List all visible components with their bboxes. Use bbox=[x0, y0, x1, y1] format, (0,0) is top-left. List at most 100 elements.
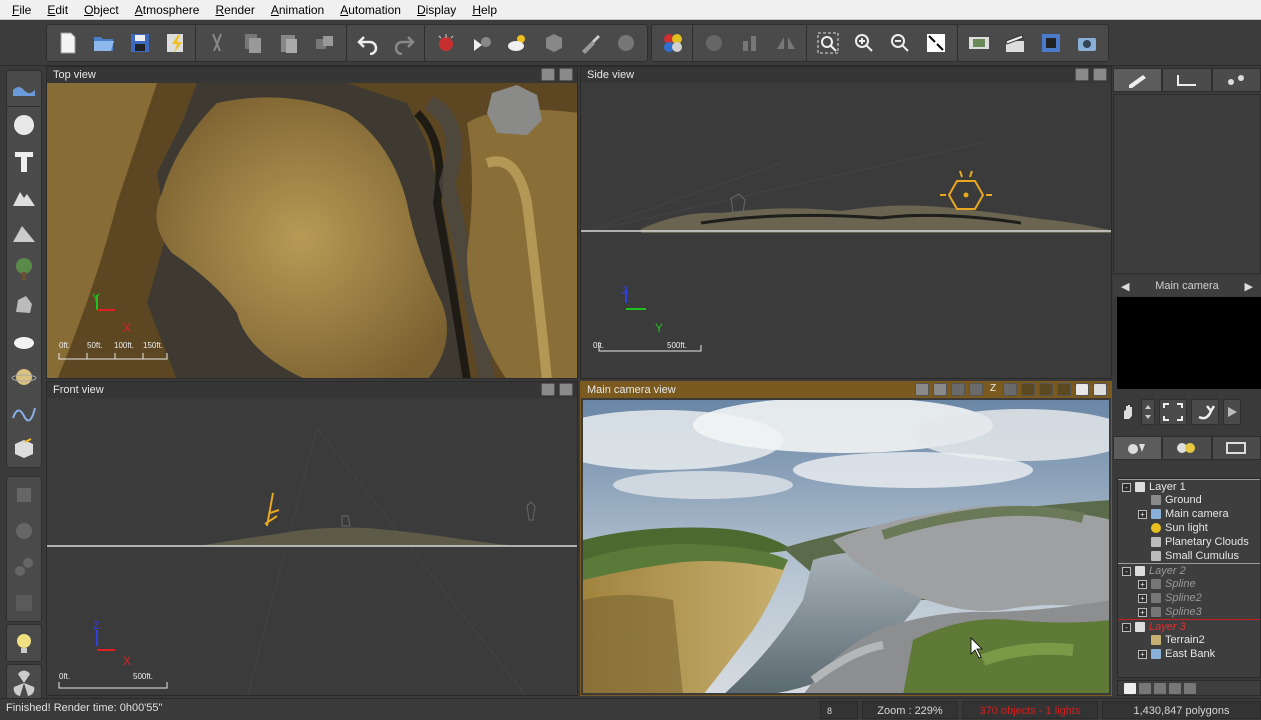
front-viewport[interactable]: Front view Z X 0ft. 500ft. bbox=[46, 381, 578, 696]
tab-objects[interactable] bbox=[1113, 436, 1163, 460]
open-scene-button[interactable] bbox=[88, 27, 120, 59]
tab-links[interactable] bbox=[1211, 436, 1261, 460]
tree-layer-row[interactable]: - Layer 1 bbox=[1118, 479, 1260, 493]
z-toggle-button[interactable]: Z bbox=[987, 383, 999, 396]
mirror-button[interactable] bbox=[770, 27, 802, 59]
tree-object-row[interactable]: Sun light bbox=[1118, 521, 1260, 535]
atmosphere-editor-button[interactable] bbox=[502, 27, 534, 59]
camera-settings-icon[interactable] bbox=[933, 383, 947, 396]
zoom-region-button[interactable] bbox=[812, 27, 844, 59]
save-scene-button[interactable] bbox=[124, 27, 156, 59]
menu-help[interactable]: Help bbox=[464, 0, 505, 20]
tab-materials[interactable] bbox=[1162, 436, 1212, 460]
move-layer-button[interactable] bbox=[1169, 683, 1181, 694]
rotate-view-button[interactable] bbox=[1191, 399, 1219, 425]
create-ventilator-button[interactable] bbox=[7, 665, 41, 701]
top-viewport-canvas[interactable]: Y X 0ft. 50ft. 100ft. 150ft. bbox=[47, 83, 577, 378]
create-cloud-button[interactable] bbox=[7, 323, 41, 359]
render-area-button[interactable] bbox=[430, 27, 462, 59]
expand-icon[interactable]: + bbox=[1138, 608, 1147, 617]
load-object-button[interactable] bbox=[7, 431, 41, 467]
nav-left-icon[interactable] bbox=[1021, 383, 1035, 396]
tree-object-row[interactable]: Terrain2 bbox=[1118, 633, 1260, 647]
new-layer-button[interactable] bbox=[1124, 683, 1136, 694]
side-viewport-canvas[interactable]: Z Y 0ft. 500ft. bbox=[581, 83, 1111, 378]
display-mode-icon[interactable] bbox=[951, 383, 965, 396]
menu-automation[interactable]: Automation bbox=[332, 0, 409, 20]
collapse-icon[interactable]: - bbox=[1122, 483, 1131, 492]
collapse-icon[interactable]: - bbox=[1122, 623, 1131, 632]
align-button[interactable] bbox=[734, 27, 766, 59]
cut-button[interactable] bbox=[201, 27, 233, 59]
camera-viewport[interactable]: Main camera view Z bbox=[580, 381, 1112, 696]
create-sphere-button[interactable] bbox=[7, 107, 41, 143]
top-viewport[interactable]: Top view Y X 0ft. 50ft. 100ft. 150ft. bbox=[46, 66, 578, 379]
expand-icon[interactable]: + bbox=[1138, 510, 1147, 519]
drop-button[interactable] bbox=[698, 27, 730, 59]
tab-measure[interactable] bbox=[1162, 68, 1212, 92]
delete-layer-button[interactable] bbox=[1139, 683, 1151, 694]
save-lightning-button[interactable] bbox=[160, 27, 192, 59]
nav-mid-icon[interactable] bbox=[1039, 383, 1053, 396]
prev-camera-arrow-icon[interactable]: ◀ bbox=[1121, 280, 1129, 293]
menu-atmosphere[interactable]: Atmosphere bbox=[127, 0, 208, 20]
paste-button[interactable] bbox=[273, 27, 305, 59]
create-planet-button[interactable] bbox=[7, 359, 41, 395]
metablob-button[interactable] bbox=[7, 549, 41, 585]
expand-icon[interactable]: + bbox=[1138, 594, 1147, 603]
render-dot-icon[interactable] bbox=[969, 383, 983, 396]
group-button[interactable] bbox=[7, 585, 41, 621]
tree-object-row[interactable]: Planetary Clouds bbox=[1118, 535, 1260, 549]
quick-render-button[interactable] bbox=[466, 27, 498, 59]
create-plant-button[interactable] bbox=[7, 251, 41, 287]
tree-object-row[interactable]: + Main camera bbox=[1118, 507, 1260, 521]
zoom-out-button[interactable] bbox=[884, 27, 916, 59]
zoom-in-button[interactable] bbox=[848, 27, 880, 59]
front-viewport-canvas[interactable]: Z X 0ft. 500ft. bbox=[47, 398, 577, 695]
render-camera-button[interactable] bbox=[1071, 27, 1103, 59]
menu-render[interactable]: Render bbox=[207, 0, 262, 20]
menu-object[interactable]: Object bbox=[76, 0, 127, 20]
save-view-icon[interactable] bbox=[1093, 383, 1107, 396]
material-cube-button[interactable] bbox=[538, 27, 570, 59]
create-rock-button[interactable] bbox=[7, 287, 41, 323]
create-light-button[interactable] bbox=[7, 625, 41, 661]
create-water-button[interactable] bbox=[7, 71, 41, 107]
new-scene-button[interactable] bbox=[52, 27, 84, 59]
tree-object-row[interactable]: Small Cumulus bbox=[1118, 549, 1260, 563]
frame-all-button[interactable] bbox=[1159, 399, 1187, 425]
tree-object-row[interactable]: + Spline2 bbox=[1118, 591, 1260, 605]
menu-file[interactable]: File bbox=[4, 0, 39, 20]
play-button[interactable] bbox=[1223, 399, 1241, 425]
dolly-button[interactable] bbox=[1141, 399, 1155, 425]
tree-object-row[interactable]: Ground bbox=[1118, 493, 1260, 507]
viewport-options-icon[interactable] bbox=[559, 383, 573, 396]
boolean-sphere-button[interactable] bbox=[7, 513, 41, 549]
nav-right-icon[interactable] bbox=[1057, 383, 1071, 396]
next-camera-arrow-icon[interactable]: ▶ bbox=[1245, 280, 1253, 293]
clapper-button[interactable] bbox=[999, 27, 1031, 59]
copy-button[interactable] bbox=[237, 27, 269, 59]
color-balance-icon[interactable] bbox=[1075, 383, 1089, 396]
create-spline-button[interactable] bbox=[7, 395, 41, 431]
overlay-icon[interactable] bbox=[1003, 383, 1017, 396]
create-text-button[interactable] bbox=[7, 143, 41, 179]
camera-render-canvas[interactable] bbox=[583, 400, 1109, 693]
tree-layer-row[interactable]: - Layer 3 bbox=[1118, 619, 1260, 633]
camera-mode-icon[interactable] bbox=[915, 383, 929, 396]
expand-icon[interactable]: + bbox=[1138, 650, 1147, 659]
redo-button[interactable] bbox=[388, 27, 420, 59]
menu-display[interactable]: Display bbox=[409, 0, 464, 20]
viewport-camera-icon[interactable] bbox=[541, 383, 555, 396]
merge-layer-button[interactable] bbox=[1154, 683, 1166, 694]
tree-object-row[interactable]: + East Bank bbox=[1118, 647, 1260, 661]
viewport-options-icon[interactable] bbox=[1093, 68, 1107, 81]
viewport-options-icon[interactable] bbox=[559, 68, 573, 81]
menu-edit[interactable]: Edit bbox=[39, 0, 76, 20]
menu-animation[interactable]: Animation bbox=[263, 0, 332, 20]
collapse-icon[interactable]: - bbox=[1122, 567, 1131, 576]
fit-view-button[interactable] bbox=[920, 27, 952, 59]
ecosystem-button[interactable] bbox=[610, 27, 642, 59]
expand-icon[interactable]: + bbox=[1138, 580, 1147, 589]
duplicate-button[interactable] bbox=[309, 27, 341, 59]
